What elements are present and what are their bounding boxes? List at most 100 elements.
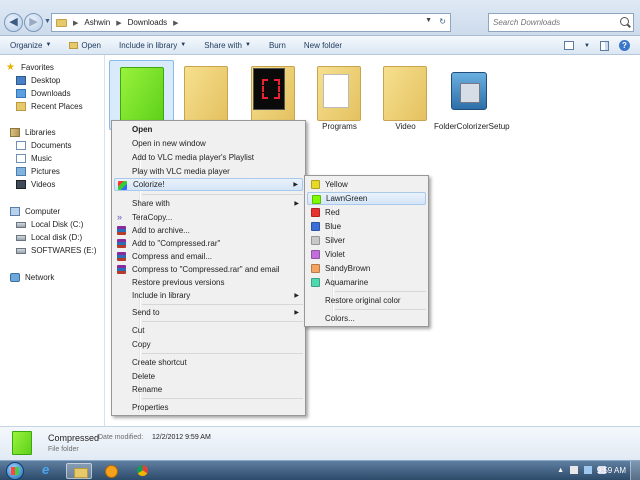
- nav-network[interactable]: Network: [10, 271, 54, 284]
- color-blue[interactable]: Blue: [307, 220, 426, 233]
- details-file-name: Compressed: [48, 433, 100, 443]
- menu-restore-previous[interactable]: Restore previous versions: [114, 276, 303, 289]
- nav-music[interactable]: Music: [16, 152, 52, 165]
- menu-cut[interactable]: Cut: [114, 324, 303, 337]
- submenu-arrow-icon: ▶: [294, 310, 299, 316]
- forward-button[interactable]: ▶: [24, 13, 43, 32]
- new-folder-button[interactable]: New folder: [304, 41, 342, 50]
- nav-label: Desktop: [31, 76, 61, 85]
- menu-vlc-play[interactable]: Play with VLC media player: [114, 165, 303, 178]
- menu-colorize[interactable]: Colorize! ▶: [114, 178, 303, 191]
- color-silver[interactable]: Silver: [307, 234, 426, 247]
- menu-label: Add to "Compressed.rar": [132, 239, 221, 248]
- menu-separator: [142, 304, 303, 305]
- nav-label: Pictures: [31, 167, 60, 176]
- nav-label: Downloads: [31, 89, 71, 98]
- nav-videos[interactable]: Videos: [16, 178, 55, 191]
- violet-swatch-icon: [311, 250, 320, 259]
- breadcrumb-item-ashwin[interactable]: Ashwin: [84, 18, 110, 27]
- color-lawngreen[interactable]: LawnGreen: [307, 192, 426, 205]
- menu-copy[interactable]: Copy: [114, 338, 303, 351]
- include-in-library-button[interactable]: Include in library ▼: [119, 41, 186, 50]
- color-aquamarine[interactable]: Aquamarine: [307, 276, 426, 289]
- color-more-colors[interactable]: Colors...: [307, 312, 426, 325]
- network-status-icon[interactable]: [584, 466, 592, 474]
- nav-libraries[interactable]: Libraries: [10, 126, 56, 139]
- search-icon[interactable]: [620, 17, 629, 26]
- menu-label: Compress to "Compressed.rar" and email: [132, 265, 280, 274]
- menu-share-with[interactable]: Share with ▶: [114, 197, 303, 210]
- nav-recent-places[interactable]: Recent Places: [16, 100, 83, 113]
- folder-icon: [383, 66, 427, 121]
- menu-compress-rar-email[interactable]: Compress to "Compressed.rar" and email: [114, 263, 303, 276]
- nav-label: Recent Places: [31, 102, 83, 111]
- help-icon[interactable]: ?: [619, 40, 630, 51]
- nav-downloads[interactable]: Downloads: [16, 87, 71, 100]
- clock[interactable]: 9:59 AM: [597, 466, 626, 475]
- folder-icon: [184, 66, 228, 121]
- menu-send-to[interactable]: Send to ▶: [114, 306, 303, 319]
- organize-button[interactable]: Organize ▼: [10, 41, 51, 50]
- menu-separator: [335, 309, 426, 310]
- menu-include-library[interactable]: Include in library ▶: [114, 289, 303, 302]
- chevron-down-icon[interactable]: ▼: [584, 43, 590, 49]
- menu-create-shortcut[interactable]: Create shortcut: [114, 356, 303, 369]
- burn-button[interactable]: Burn: [269, 41, 286, 50]
- menu-delete[interactable]: Delete: [114, 370, 303, 383]
- start-button[interactable]: [6, 462, 24, 480]
- breadcrumb[interactable]: ▶ Ashwin ▶ Downloads ▶ ▼ ↻: [51, 13, 451, 32]
- color-red[interactable]: Red: [307, 206, 426, 219]
- menu-label: Include in library: [132, 291, 191, 300]
- open-button[interactable]: Open: [69, 41, 101, 50]
- breadcrumb-separator-icon[interactable]: ▶: [116, 19, 121, 27]
- folder-programs[interactable]: Programs: [307, 60, 372, 131]
- breadcrumb-item-downloads[interactable]: Downloads: [128, 18, 168, 27]
- color-restore-original[interactable]: Restore original color: [307, 294, 426, 307]
- nav-softwares-e[interactable]: SOFTWARES (E:): [16, 244, 96, 257]
- nav-desktop[interactable]: Desktop: [16, 74, 60, 87]
- menu-compress-email[interactable]: Compress and email...: [114, 250, 303, 263]
- submenu-arrow-icon: ▶: [294, 293, 299, 299]
- nav-label: Local Disk (C:): [31, 220, 84, 229]
- color-label: Aquamarine: [325, 278, 369, 287]
- menu-teracopy[interactable]: » TeraCopy...: [114, 211, 303, 224]
- media-player-icon[interactable]: [98, 463, 124, 479]
- share-with-button[interactable]: Share with ▼: [204, 41, 251, 50]
- menu-add-compressed-rar[interactable]: Add to "Compressed.rar": [114, 237, 303, 250]
- recent-pages-dropdown-icon[interactable]: ▼: [44, 18, 51, 25]
- nav-pictures[interactable]: Pictures: [16, 165, 60, 178]
- color-yellow[interactable]: Yellow: [307, 178, 426, 191]
- windows-explorer-icon[interactable]: [66, 463, 92, 479]
- search-box[interactable]: [488, 13, 634, 32]
- search-input[interactable]: [489, 14, 609, 31]
- menu-add-archive[interactable]: Add to archive...: [114, 224, 303, 237]
- menu-open[interactable]: Open: [114, 123, 303, 136]
- address-dropdown-icon[interactable]: ▼: [425, 17, 432, 24]
- back-button[interactable]: ◀: [4, 13, 23, 32]
- change-view-icon[interactable]: [564, 41, 575, 50]
- menu-properties[interactable]: Properties: [114, 401, 303, 414]
- nav-computer[interactable]: Computer: [10, 205, 60, 218]
- nav-documents[interactable]: Documents: [16, 139, 71, 152]
- internet-explorer-icon[interactable]: [34, 462, 60, 479]
- menu-label: Compress and email...: [132, 252, 213, 261]
- folder-video[interactable]: Video: [373, 60, 438, 131]
- menu-open-new-window[interactable]: Open in new window: [114, 137, 303, 150]
- menu-vlc-add-playlist[interactable]: Add to VLC media player's Playlist: [114, 151, 303, 164]
- chrome-icon[interactable]: [130, 463, 156, 479]
- nav-local-disk-d[interactable]: Local disk (D:): [16, 231, 82, 244]
- breadcrumb-separator-icon[interactable]: ▶: [173, 19, 178, 27]
- nav-local-disk-c[interactable]: Local Disk (C:): [16, 218, 83, 231]
- pictures-icon: [16, 167, 26, 176]
- preview-pane-icon[interactable]: [600, 40, 609, 51]
- file-foldercolorizersetup[interactable]: FolderColorizerSetup: [434, 60, 510, 131]
- menu-separator: [142, 321, 303, 322]
- color-sandybrown[interactable]: SandyBrown: [307, 262, 426, 275]
- action-center-flag-icon[interactable]: [570, 466, 578, 474]
- refresh-icon[interactable]: ↻: [439, 17, 446, 26]
- nav-favorites[interactable]: ★ Favorites: [6, 61, 54, 74]
- show-hidden-icons-icon[interactable]: ▲: [557, 467, 564, 474]
- menu-rename[interactable]: Rename: [114, 383, 303, 396]
- show-desktop-button[interactable]: [630, 461, 640, 480]
- color-violet[interactable]: Violet: [307, 248, 426, 261]
